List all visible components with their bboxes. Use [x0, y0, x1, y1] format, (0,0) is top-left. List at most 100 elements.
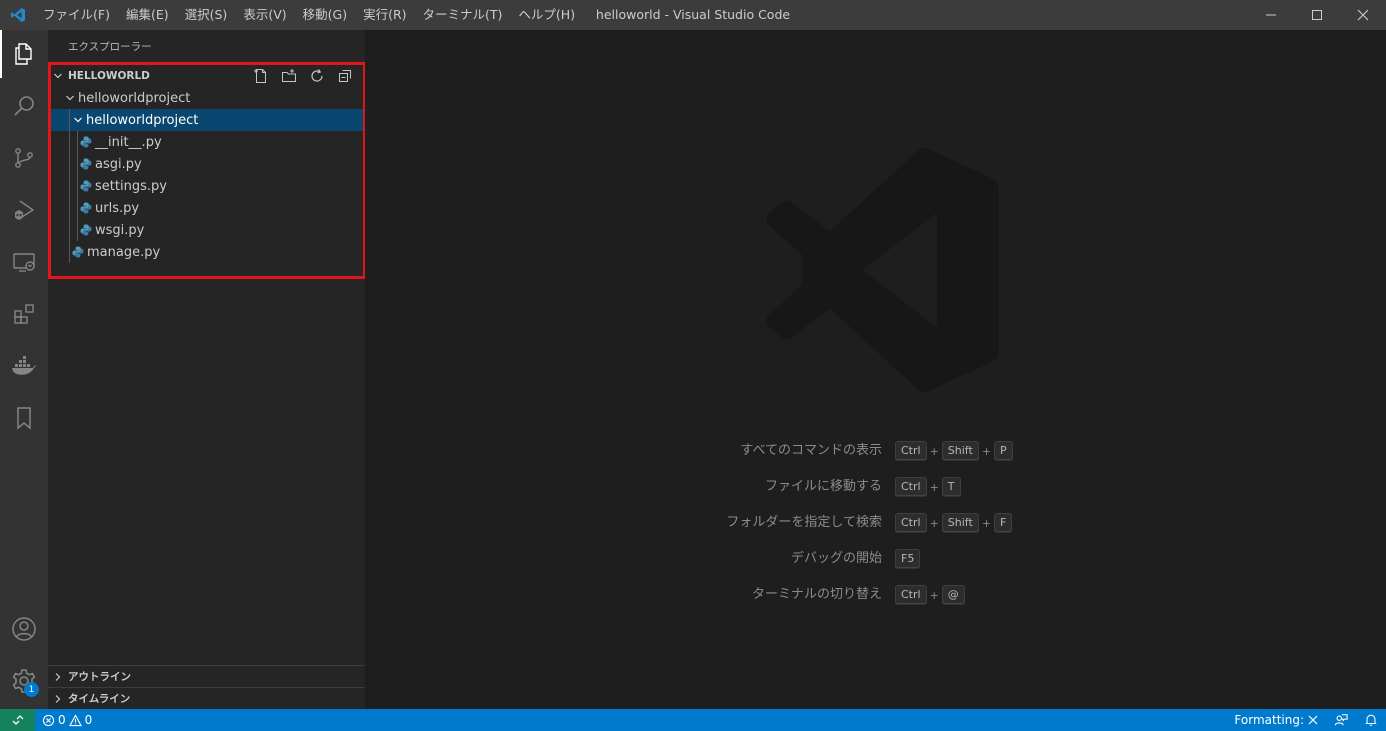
shortcut-label: すべてのコマンドの表示: [740, 443, 882, 458]
formatting-status[interactable]: Formatting:: [1226, 709, 1326, 731]
files-icon[interactable]: [0, 30, 48, 78]
indent-guide: [69, 175, 70, 197]
explorer-title: エクスプローラー: [68, 41, 152, 53]
window-controls: [1248, 0, 1386, 30]
bell-icon: [1365, 714, 1377, 726]
formatting-label: Formatting:: [1234, 713, 1304, 727]
status-bar: 0 0 Formatting:: [0, 709, 1386, 731]
section-actions: [247, 65, 359, 87]
menu-help[interactable]: ヘルプ(H): [510, 0, 583, 30]
plus-sign: +: [929, 480, 939, 494]
vscode-logo-icon[interactable]: [0, 0, 35, 30]
close-icon: [1308, 715, 1318, 725]
menu-run[interactable]: 実行(R): [355, 0, 414, 30]
menu-selection[interactable]: 選択(S): [177, 0, 236, 30]
key-cap: Ctrl: [895, 585, 927, 605]
warning-count: 0: [84, 713, 93, 727]
shortcut-keys: Ctrl + Shift + F: [895, 512, 1013, 534]
menu-bar: ファイル(F) 編集(E) 選択(S) 表示(V) 移動(G) 実行(R) ター…: [35, 0, 583, 30]
account-icon[interactable]: [0, 605, 48, 653]
tree-item-file[interactable]: settings.py: [48, 175, 365, 197]
outline-label: アウトライン: [68, 671, 131, 683]
shortcut-row: すべてのコマンドの表示 Ctrl + Shift + P: [365, 440, 1386, 462]
bookmark-icon[interactable]: [0, 394, 48, 442]
indent-guide: [77, 131, 78, 153]
plus-sign: +: [929, 444, 939, 458]
indent-guide: [77, 153, 78, 175]
workspace-section-header[interactable]: HELLOWORLD: [48, 65, 365, 87]
menu-file[interactable]: ファイル(F): [35, 0, 118, 30]
tree-item-file[interactable]: wsgi.py: [48, 219, 365, 241]
tree-item-label: __init__.py: [95, 134, 162, 150]
shortcut-keys: Ctrl + @: [895, 584, 965, 606]
tree-item-file[interactable]: manage.py: [48, 241, 365, 263]
plus-sign: +: [981, 516, 992, 530]
activity-bar: 1: [0, 30, 48, 709]
timeline-section-header[interactable]: タイムライン: [48, 687, 365, 709]
source-control-icon[interactable]: [0, 134, 48, 182]
extensions-icon[interactable]: [0, 290, 48, 338]
menu-go[interactable]: 移動(G): [295, 0, 355, 30]
shortcut-row: デバッグの開始 F5: [365, 548, 1386, 570]
tree-item-file[interactable]: __init__.py: [48, 131, 365, 153]
search-icon[interactable]: [0, 82, 48, 130]
chevron-right-icon: [48, 672, 68, 682]
key-cap: Shift: [941, 441, 979, 461]
shortcut-label: ターミナルの切り替え: [751, 587, 882, 602]
settings-gear-icon[interactable]: 1: [0, 657, 48, 705]
shortcut-row: ファイルに移動する Ctrl + T: [365, 476, 1386, 498]
remote-indicator-button[interactable]: [0, 709, 35, 731]
outline-section-header[interactable]: アウトライン: [48, 665, 365, 687]
tree-item-folder-selected[interactable]: helloworldproject: [48, 109, 365, 131]
warning-icon: [68, 713, 82, 726]
collapse-all-icon[interactable]: [331, 65, 359, 87]
tree-item-label: wsgi.py: [95, 222, 145, 238]
error-icon: [42, 714, 55, 726]
python-file-icon: [77, 136, 95, 148]
tree-item-file[interactable]: urls.py: [48, 197, 365, 219]
vscode-watermark-icon: [751, 145, 1001, 399]
chevron-right-icon: [48, 694, 68, 704]
indent-guide: [77, 197, 78, 219]
minimize-button[interactable]: [1248, 0, 1294, 30]
timeline-label: タイムライン: [68, 693, 131, 705]
indent-guide: [69, 153, 70, 175]
plus-sign: +: [929, 516, 939, 530]
key-cap: P: [994, 441, 1013, 461]
shortcut-label: デバッグの開始: [790, 551, 882, 566]
key-cap: F5: [895, 549, 921, 569]
tree-item-label: settings.py: [95, 178, 167, 194]
feedback-button[interactable]: [1326, 709, 1356, 731]
refresh-icon[interactable]: [303, 65, 331, 87]
problems-status[interactable]: 0 0: [42, 709, 92, 731]
key-cap: @: [941, 585, 965, 605]
shortcut-label: ファイルに移動する: [764, 479, 882, 494]
settings-badge: 1: [24, 682, 39, 697]
docker-icon[interactable]: [0, 342, 48, 390]
explorer-sidebar: エクスプローラー HELLOWORLD helloworldproject he…: [48, 30, 365, 709]
menu-terminal[interactable]: ターミナル(T): [415, 0, 511, 30]
indent-guide: [69, 109, 70, 131]
notifications-button[interactable]: [1356, 709, 1386, 731]
menu-edit[interactable]: 編集(E): [118, 0, 177, 30]
menu-view[interactable]: 表示(V): [235, 0, 294, 30]
python-file-icon: [77, 180, 95, 192]
new-file-icon[interactable]: [247, 65, 275, 87]
remote-explorer-icon[interactable]: [0, 238, 48, 286]
title-bar: ファイル(F) 編集(E) 選択(S) 表示(V) 移動(G) 実行(R) ター…: [0, 0, 1386, 30]
key-cap: T: [941, 477, 961, 497]
key-cap: Ctrl: [895, 477, 927, 497]
new-folder-icon[interactable]: [275, 65, 303, 87]
tree-item-label: helloworldproject: [86, 112, 199, 128]
plus-sign: +: [929, 588, 939, 602]
remote-icon: [12, 715, 23, 725]
tree-item-folder[interactable]: helloworldproject: [48, 87, 365, 109]
tree-item-label: asgi.py: [95, 156, 142, 172]
status-right: Formatting:: [1226, 709, 1386, 731]
tree-item-file[interactable]: asgi.py: [48, 153, 365, 175]
maximize-button[interactable]: [1294, 0, 1340, 30]
tree-item-label: helloworldproject: [78, 90, 191, 106]
close-button[interactable]: [1340, 0, 1386, 30]
python-file-icon: [77, 202, 95, 214]
run-debug-icon[interactable]: [0, 186, 48, 234]
